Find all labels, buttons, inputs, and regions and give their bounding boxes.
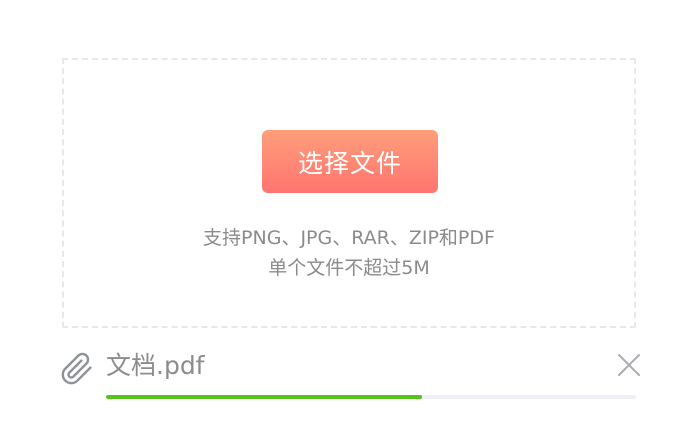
file-name: 文档.pdf — [106, 351, 205, 380]
upload-dropzone[interactable] — [62, 58, 636, 328]
file-size-limit-hint: 单个文件不超过5M — [268, 257, 430, 279]
select-file-button[interactable]: 选择文件 — [262, 130, 438, 193]
close-icon[interactable] — [614, 350, 644, 380]
paperclip-icon — [61, 352, 92, 385]
upload-progress-fill — [106, 395, 423, 399]
supported-formats-hint: 支持PNG、JPG、RAR、ZIP和PDF — [203, 227, 495, 249]
uploaded-file-item: 文档.pdf — [58, 344, 648, 390]
upload-progress-bar — [106, 395, 636, 399]
